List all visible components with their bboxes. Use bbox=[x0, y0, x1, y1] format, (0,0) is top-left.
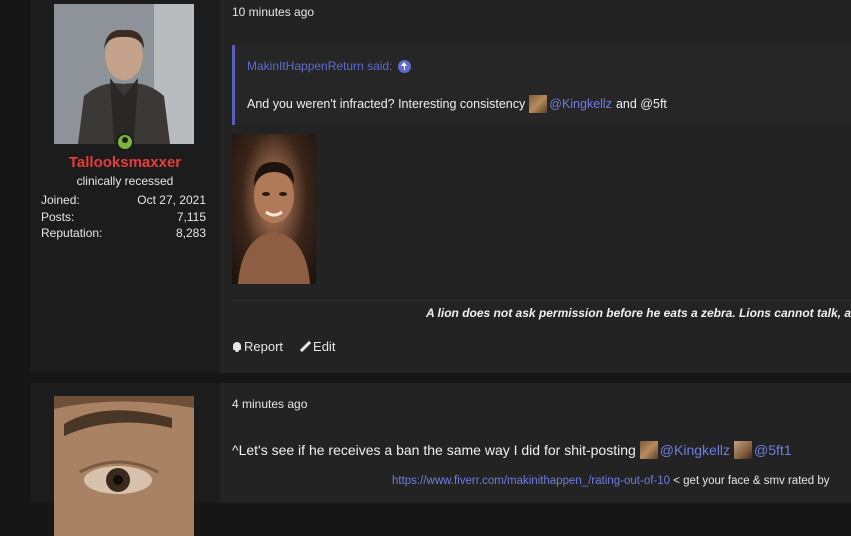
reply-text: ^Let's see if he receives a ban the same… bbox=[232, 441, 792, 459]
report-button[interactable]: Report bbox=[232, 339, 283, 354]
post-1: Tallooksmaxxer clinically recessed Joine… bbox=[30, 0, 851, 373]
stat-joined: Joined: Oct 27, 2021 bbox=[41, 193, 206, 210]
edit-button[interactable]: Edit bbox=[299, 339, 335, 354]
username[interactable]: Tallooksmaxxer bbox=[30, 154, 220, 171]
bell-icon bbox=[232, 341, 242, 352]
stat-label: Reputation: bbox=[41, 226, 103, 240]
edit-label: Edit bbox=[313, 339, 336, 354]
user-sidebar: Tallooksmaxxer clinically recessed Joine… bbox=[30, 0, 220, 373]
post-content: 10 minutes ago MakinItHappenReturn said:… bbox=[220, 0, 851, 373]
stat-value: Oct 27, 2021 bbox=[137, 193, 206, 207]
signature-divider bbox=[232, 300, 851, 301]
quote-text-before: And you weren't infracted? Interesting c… bbox=[247, 97, 526, 111]
user-title: clinically recessed bbox=[76, 174, 174, 188]
quote-text-mid: and @5ft bbox=[615, 97, 667, 111]
jump-to-quote-icon[interactable] bbox=[398, 59, 412, 73]
stat-label: Joined: bbox=[41, 193, 80, 207]
mention-kingkellz[interactable]: @Kingkellz bbox=[660, 442, 730, 458]
link-suffix: < get your face & smv rated by bbox=[673, 475, 830, 487]
post-timestamp[interactable]: 10 minutes ago bbox=[232, 5, 314, 19]
stat-reputation: Reputation: 8,283 bbox=[41, 226, 206, 243]
avatar-photo bbox=[54, 396, 194, 536]
quote-author: MakinItHappenReturn said: bbox=[247, 59, 393, 73]
stat-value: 7,115 bbox=[176, 209, 206, 224]
reply-body: ^Let's see if he receives a ban the same… bbox=[232, 442, 636, 458]
post-content: 4 minutes ago ^Let's see if he receives … bbox=[220, 383, 851, 503]
mention-kingkellz[interactable]: @Kingkellz bbox=[549, 97, 612, 111]
signature: A lion does not ask permission before he… bbox=[426, 306, 851, 320]
stat-label: Posts: bbox=[41, 209, 75, 224]
mention-5ft1[interactable]: @5ft1 bbox=[754, 442, 792, 458]
stat-posts: Posts: 7,115 bbox=[41, 210, 206, 227]
avatar[interactable] bbox=[54, 4, 194, 144]
post-timestamp[interactable]: 4 minutes ago bbox=[232, 397, 307, 411]
avatar[interactable] bbox=[54, 396, 194, 536]
user-stats: Joined: Oct 27, 2021 Posts: 7,115 Reputa… bbox=[41, 193, 206, 243]
avatar-photo bbox=[54, 4, 194, 144]
post-2: 4 minutes ago ^Let's see if he receives … bbox=[30, 383, 851, 536]
post-actions: Report Edit bbox=[232, 339, 335, 354]
mention-avatar-icon bbox=[639, 441, 658, 459]
mention-avatar-icon bbox=[734, 441, 753, 459]
signature-link-line: https://www.fiverr.com/makinithappen_/ra… bbox=[392, 475, 830, 487]
stat-value: 8,283 bbox=[175, 226, 206, 240]
quote-header[interactable]: MakinItHappenReturn said: bbox=[247, 59, 412, 73]
post-image[interactable] bbox=[232, 134, 316, 284]
quote-block: MakinItHappenReturn said: And you weren'… bbox=[232, 45, 851, 125]
report-label: Report bbox=[244, 339, 284, 354]
post-image-photo bbox=[238, 162, 310, 284]
fiverr-link[interactable]: https://www.fiverr.com/makinithappen_/ra… bbox=[392, 475, 670, 487]
quote-text: And you weren't infracted? Interesting c… bbox=[247, 95, 667, 113]
pencil-icon bbox=[299, 341, 311, 353]
online-status-icon bbox=[118, 135, 132, 149]
user-sidebar bbox=[30, 383, 220, 536]
mention-avatar-icon bbox=[529, 95, 548, 113]
